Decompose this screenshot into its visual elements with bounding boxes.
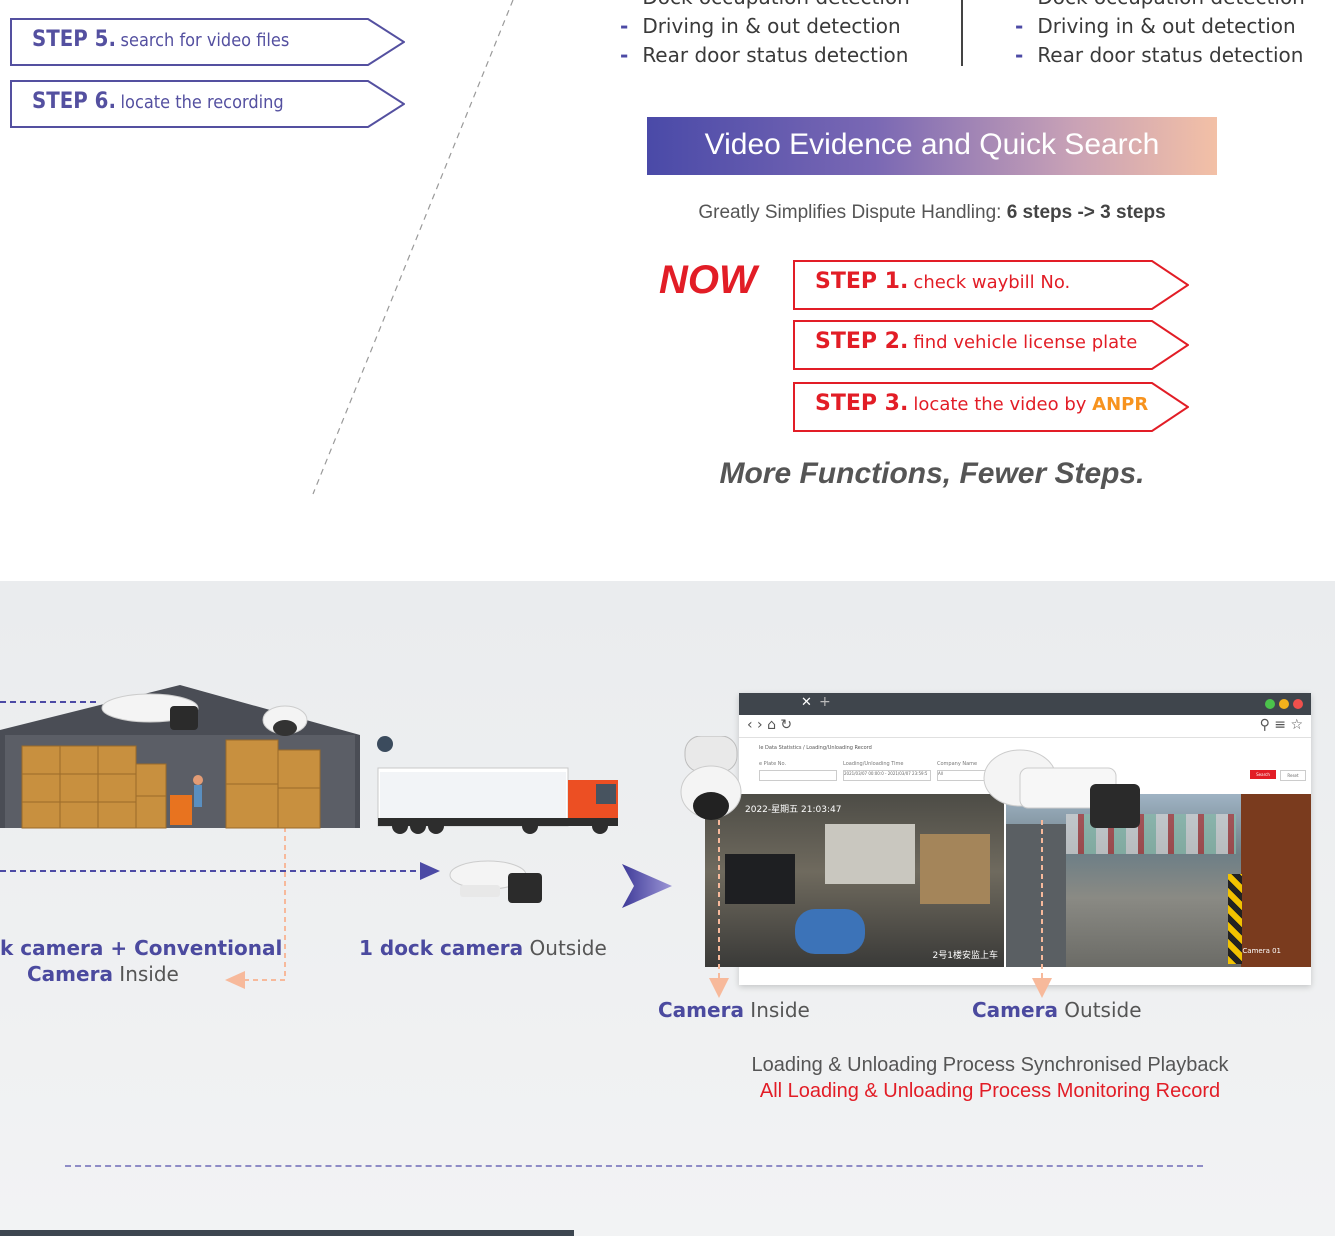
subtitle: Greatly Simplifies Dispute Handling: 6 s… <box>698 202 1166 223</box>
step-number: STEP 6. <box>32 89 116 114</box>
menu-icons[interactable]: ⚲ ≡ ☆ <box>1260 717 1303 733</box>
section-banner: Video Evidence and Quick Search <box>647 117 1217 175</box>
banner-title: Video Evidence and Quick Search <box>704 128 1160 161</box>
left-feature-3: - Rear door status detection <box>620 43 909 67</box>
section-divider <box>65 1165 1203 1167</box>
video-timestamp: 2022-星期五 21:03:47 <box>745 805 842 815</box>
tab-close-icon[interactable]: ✕ <box>801 695 812 710</box>
video-camera-label: Camera 01 <box>1242 947 1281 955</box>
footer-line-1: Loading & Unloading Process Synchronised… <box>751 1054 1229 1076</box>
anpr-highlight: ANPR <box>1092 394 1149 415</box>
right-feature-1: -Dock occupation detection <box>1015 0 1305 9</box>
step-number: STEP 3. <box>815 391 909 416</box>
now-label: NOW <box>659 258 757 302</box>
column-divider <box>961 0 963 66</box>
breadcrumb: le Data Statistics / Loading/Unloading R… <box>759 745 872 751</box>
dome-camera-icon <box>680 736 742 820</box>
window-dot-green[interactable] <box>1265 699 1275 709</box>
reset-button[interactable]: Reset <box>1280 770 1306 781</box>
bottom-bar <box>0 1230 574 1236</box>
right-feature-2: - Driving in & out detection <box>1015 14 1296 38</box>
tagline: More Functions, Fewer Steps. <box>719 457 1145 490</box>
left-feature-1: -Dock occupation detection <box>620 0 910 9</box>
play-arrow-icon <box>622 864 672 908</box>
plate-input[interactable] <box>759 770 837 781</box>
new-tab-icon[interactable]: + <box>819 694 831 710</box>
bullet-camera-icon <box>449 860 542 903</box>
window-dot-red[interactable] <box>1293 699 1303 709</box>
footer-line-2: All Loading & Unloading Process Monitori… <box>759 1080 1221 1102</box>
right-feature-3: - Rear door status detection <box>1015 43 1304 67</box>
left-camera-caption-2: Camera Inside <box>27 962 179 986</box>
step-label: search for video files <box>120 30 290 51</box>
left-feature-2: - Driving in & out detection <box>620 14 901 38</box>
camera-inside-caption: Camera Inside <box>658 998 810 1022</box>
camera-outside-caption: Camera Outside <box>972 998 1142 1022</box>
step-label: find vehicle license plate <box>913 332 1138 353</box>
search-button[interactable]: Search <box>1250 770 1276 779</box>
step-number: STEP 5. <box>32 27 116 52</box>
new-step-1: STEP 1. check waybill No. <box>793 260 1189 310</box>
field-label-1: e Plate No. <box>759 761 787 767</box>
step-number: STEP 1. <box>815 269 909 294</box>
step-label: locate the recording <box>120 92 284 113</box>
new-step-3: STEP 3. locate the video by ANPR <box>793 382 1189 432</box>
field-label-3: Company Name <box>937 761 978 767</box>
step-label: locate the video by <box>913 394 1093 415</box>
window-dot-yellow[interactable] <box>1279 699 1289 709</box>
nav-arrows-icon[interactable]: ‹ › ⌂ ↻ <box>747 717 792 733</box>
new-step-2: STEP 2. find vehicle license plate <box>793 320 1189 370</box>
dock-camera-caption: 1 dock camera Outside <box>359 936 607 960</box>
browser-titlebar: ✕ + <box>739 693 1311 715</box>
left-camera-caption: k camera + Conventional <box>0 936 283 960</box>
time-input[interactable]: 2021/03/07 00:00:0 - 2021/03/07 23:59:5 <box>843 770 931 781</box>
step-label: check waybill No. <box>913 272 1071 293</box>
browser-toolbar: ‹ › ⌂ ↻ ⚲ ≡ ☆ <box>739 715 1311 738</box>
step-number: STEP 2. <box>815 329 909 354</box>
diagonal-divider <box>312 0 514 495</box>
warehouse-illustration <box>0 685 618 834</box>
camera-pointer-lines <box>709 820 1052 998</box>
field-label-2: Loading/Unloading Time <box>843 761 904 767</box>
